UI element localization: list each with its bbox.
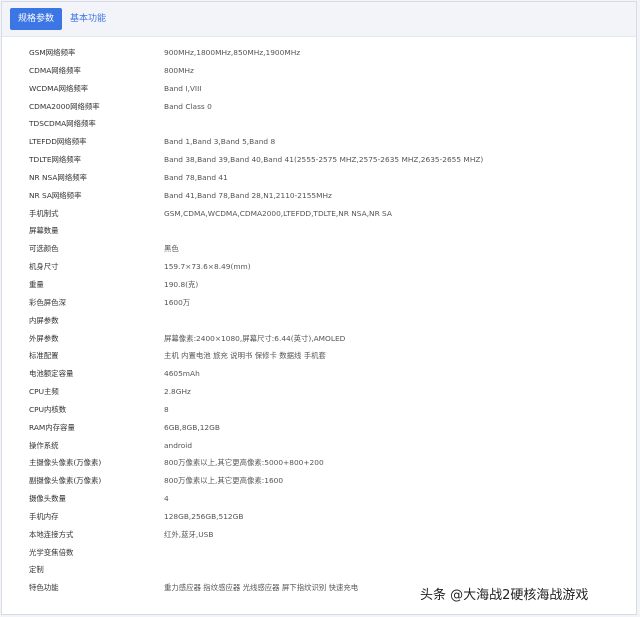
spec-value: 4 — [164, 494, 169, 504]
spec-value: 4605mAh — [164, 369, 200, 379]
spec-row: 定制 — [16, 561, 624, 579]
spec-row: 光学变焦倍数 — [16, 544, 624, 562]
spec-value: 1600万 — [164, 297, 191, 307]
spec-name: 摄像头数量 — [29, 494, 66, 504]
spec-value: 6GB,8GB,12GB — [164, 422, 220, 432]
spec-row: 本地连接方式 红外,蓝牙,USB — [16, 526, 624, 544]
spec-value: 重力感应器 指纹感应器 光线感应器 屏下指纹识别 快速充电 — [164, 583, 359, 593]
tab-specs[interactable]: 规格参数 — [10, 8, 62, 30]
spec-name: LTEFDD网络频率 — [29, 137, 87, 147]
spec-row: 屏幕数量 — [16, 222, 624, 240]
spec-value: 900MHz,1800MHz,850MHz,1900MHz — [164, 48, 301, 57]
spec-name: TDSCDMA网络频率 — [29, 119, 96, 129]
spec-row: 机身尺寸 159.7×73.6×8.49(mm) — [16, 258, 624, 276]
spec-value: 800万像素以上,其它更高像素:5000+800+200 — [164, 458, 324, 468]
spec-row: TDSCDMA网络频率 — [16, 115, 624, 133]
spec-row: WCDMA网络频率 Band Ⅰ,VIII — [16, 80, 624, 98]
spec-name: 手机内存 — [29, 511, 59, 521]
spec-value: 2.8GHz — [164, 387, 191, 397]
spec-row: CDMA网络频率 800MHz — [16, 62, 624, 80]
spec-row: 外屏参数 屏幕像素:2400×1080,屏幕尺寸:6.44(英寸),AMOLED — [16, 330, 624, 348]
spec-row: 主摄像头像素(万像素) 800万像素以上,其它更高像素:5000+800+200 — [16, 454, 624, 472]
spec-name: WCDMA网络频率 — [29, 83, 89, 93]
watermark: 头条 @大海战2硬核海战游戏 — [420, 588, 589, 603]
spec-name: TDLTE网络频率 — [29, 155, 82, 165]
spec-row: 内屏参数 — [16, 312, 624, 330]
spec-row: TDLTE网络频率 Band 38,Band 39,Band 40,Band 41… — [16, 151, 624, 169]
spec-row: GSM网络频率 900MHz,1800MHz,850MHz,1900MHz — [16, 44, 624, 62]
spec-name: 本地连接方式 — [29, 529, 74, 539]
spec-name: NR NSA网络频率 — [29, 172, 87, 182]
spec-name: CPU内核数 — [29, 404, 67, 414]
spec-table: GSM网络频率 900MHz,1800MHz,850MHz,1900MHz CDMA… — [16, 44, 624, 602]
spec-name: 外屏参数 — [29, 333, 59, 343]
spec-name: 可选颜色 — [29, 244, 59, 254]
spec-name: 屏幕数量 — [29, 226, 59, 236]
spec-name: CPU主频 — [29, 387, 59, 397]
spec-value: Band 41,Band 78,Band 28,N1,2110-2155MHz — [164, 190, 332, 200]
spec-value: 8 — [164, 404, 169, 414]
spec-name: 内屏参数 — [29, 315, 59, 325]
spec-row: NR SA网络频率 Band 41,Band 78,Band 28,N1,2110… — [16, 187, 624, 205]
spec-row: RAM内存容量 6GB,8GB,12GB — [16, 419, 624, 437]
spec-name: 重量 — [29, 279, 44, 289]
spec-name: 机身尺寸 — [29, 262, 59, 272]
spec-name: 定制 — [29, 565, 44, 575]
spec-value: Band Ⅰ,VIII — [164, 83, 202, 93]
spec-value: 红外,蓝牙,USB — [164, 529, 214, 539]
spec-row: CPU主频 2.8GHz — [16, 383, 624, 401]
spec-value: Band 78,Band 41 — [164, 172, 228, 182]
spec-row: NR NSA网络频率 Band 78,Band 41 — [16, 169, 624, 187]
spec-row: 手机内存 128GB,256GB,512GB — [16, 508, 624, 526]
spec-name: 副摄像头像素(万像素) — [29, 476, 102, 486]
spec-row: 操作系统 android — [16, 437, 624, 455]
spec-panel: 规格参数 基本功能 GSM网络频率 900MHz,1800MHz,850MHz,1… — [1, 1, 637, 615]
spec-row: 手机制式 GSM,CDMA,WCDMA,CDMA2000,LTEFDD,TDLTE… — [16, 205, 624, 223]
spec-value: 黑色 — [164, 244, 179, 254]
spec-name: 彩色屏色深 — [29, 297, 66, 307]
spec-row: 重量 190.8(克) — [16, 276, 624, 294]
spec-value: 屏幕像素:2400×1080,屏幕尺寸:6.44(英寸),AMOLED — [164, 333, 346, 343]
spec-row: 彩色屏色深 1600万 — [16, 294, 624, 312]
spec-row: 副摄像头像素(万像素) 800万像素以上,其它更高像素:1600 — [16, 472, 624, 490]
tab-basic-functions[interactable]: 基本功能 — [68, 8, 108, 30]
spec-value: Band 38,Band 39,Band 40,Band 41(2555-257… — [164, 155, 484, 165]
spec-name: 电池额定容量 — [29, 369, 74, 379]
spec-row: CPU内核数 8 — [16, 401, 624, 419]
spec-row: 标准配置 主机 内置电池 旅充 说明书 保修卡 数据线 手机套 — [16, 347, 624, 365]
spec-value: android — [164, 440, 193, 450]
tab-bar: 规格参数 基本功能 — [2, 2, 636, 37]
spec-name: 特色功能 — [29, 583, 59, 593]
spec-name: 主摄像头像素(万像素) — [29, 458, 102, 468]
spec-value: GSM,CDMA,WCDMA,CDMA2000,LTEFDD,TDLTE,NR … — [164, 208, 392, 218]
spec-row: LTEFDD网络频率 Band 1,Band 3,Band 5,Band 8 — [16, 133, 624, 151]
spec-value: 800MHz — [164, 65, 194, 75]
spec-value: 800万像素以上,其它更高像素:1600 — [164, 476, 284, 486]
spec-row: CDMA2000网络频率 Band Class 0 — [16, 98, 624, 116]
spec-name: 标准配置 — [29, 351, 59, 361]
spec-name: 操作系统 — [29, 440, 59, 450]
spec-name: RAM内存容量 — [29, 422, 75, 432]
spec-name: CDMA网络频率 — [29, 65, 81, 75]
spec-row: 摄像头数量 4 — [16, 490, 624, 508]
spec-value: 128GB,256GB,512GB — [164, 511, 244, 521]
spec-value: Band 1,Band 3,Band 5,Band 8 — [164, 137, 276, 147]
spec-value: 主机 内置电池 旅充 说明书 保修卡 数据线 手机套 — [164, 351, 326, 361]
spec-name: 光学变焦倍数 — [29, 547, 74, 557]
spec-name: 手机制式 — [29, 208, 59, 218]
spec-value: 190.8(克) — [164, 279, 199, 289]
spec-value: 159.7×73.6×8.49(mm) — [164, 262, 251, 272]
spec-row: 电池额定容量 4605mAh — [16, 365, 624, 383]
spec-name: GSM网络频率 — [29, 48, 76, 57]
spec-name: CDMA2000网络频率 — [29, 101, 100, 111]
spec-row: 可选颜色 黑色 — [16, 240, 624, 258]
spec-name: NR SA网络频率 — [29, 190, 82, 200]
spec-value: Band Class 0 — [164, 101, 212, 111]
